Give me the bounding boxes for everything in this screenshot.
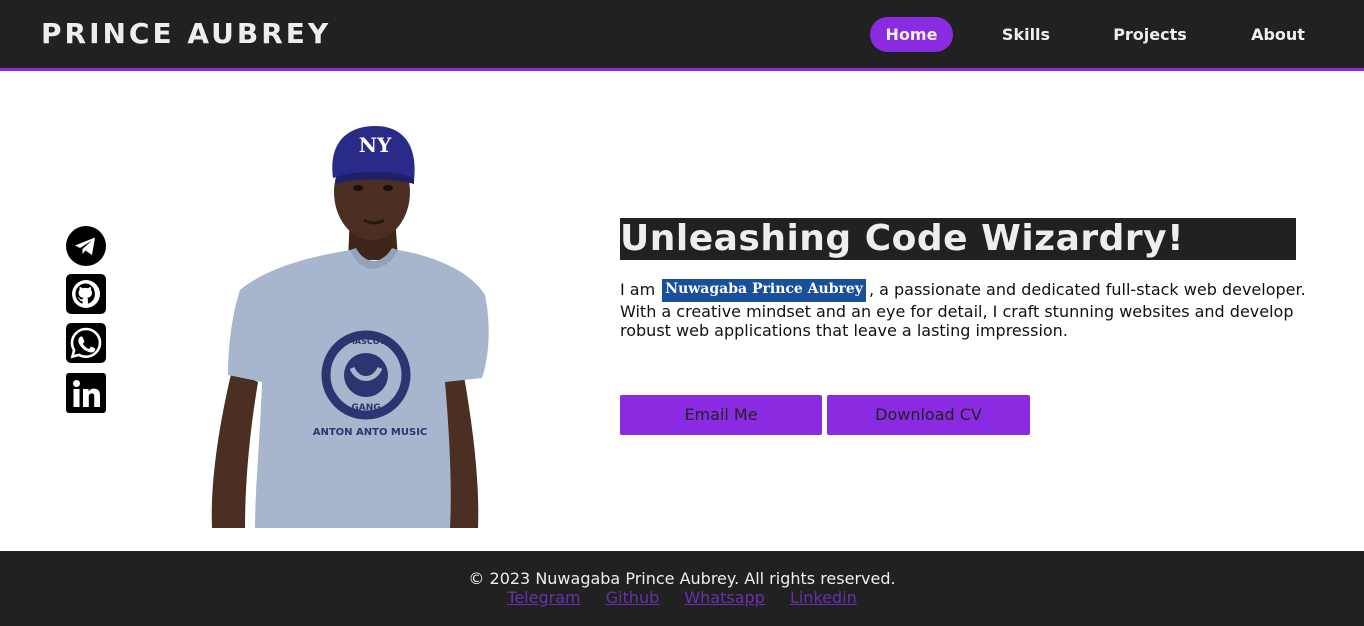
intro-suffix: , a passionate and dedicated full-stack … (868, 280, 1306, 299)
github-icon[interactable] (66, 274, 106, 314)
nav-home[interactable]: Home (870, 17, 953, 52)
footer-link-linkedin[interactable]: Linkedin (790, 588, 857, 607)
footer-link-telegram[interactable]: Telegram (507, 588, 580, 607)
brand-logo[interactable]: PRINCE AUBREY (41, 18, 331, 50)
profile-photo: NY MASCOT GANG ANTON ANTO MUSIC (200, 120, 500, 528)
shirt-logo-bottom: GANG (351, 403, 380, 413)
footer-links: Telegram Github Whatsapp Linkedin (0, 588, 1364, 608)
intro-prefix: I am (620, 280, 661, 299)
footer-link-github[interactable]: Github (606, 588, 660, 607)
shirt-text: ANTON ANTO MUSIC (313, 427, 428, 438)
telegram-icon[interactable] (66, 226, 106, 266)
site-footer: © 2023 Nuwagaba Prince Aubrey. All right… (0, 551, 1364, 626)
nav-about[interactable]: About (1235, 17, 1321, 52)
download-cv-button[interactable]: Download CV (827, 395, 1030, 435)
nav-skills[interactable]: Skills (986, 17, 1066, 52)
whatsapp-icon[interactable] (66, 323, 106, 363)
cap-logo: NY (359, 133, 392, 157)
shirt-logo-top: MASCOT (347, 337, 386, 346)
nav-projects[interactable]: Projects (1098, 17, 1202, 52)
copyright-text: © 2023 Nuwagaba Prince Aubrey. All right… (468, 569, 896, 588)
hero-intro: I am Nuwagaba Prince Aubrey, a passionat… (620, 278, 1310, 340)
email-me-button[interactable]: Email Me (620, 395, 822, 435)
linkedin-icon[interactable] (66, 373, 106, 413)
footer-link-whatsapp[interactable]: Whatsapp (684, 588, 765, 607)
name-highlight: Nuwagaba Prince Aubrey (662, 279, 866, 302)
site-header: PRINCE AUBREY Home Skills Projects About (0, 0, 1364, 71)
intro-description: With a creative mindset and an eye for d… (620, 302, 1294, 340)
intro-line: I am Nuwagaba Prince Aubrey, a passionat… (620, 278, 1310, 302)
hero-headline: Unleashing Code Wizardry! (620, 218, 1296, 260)
